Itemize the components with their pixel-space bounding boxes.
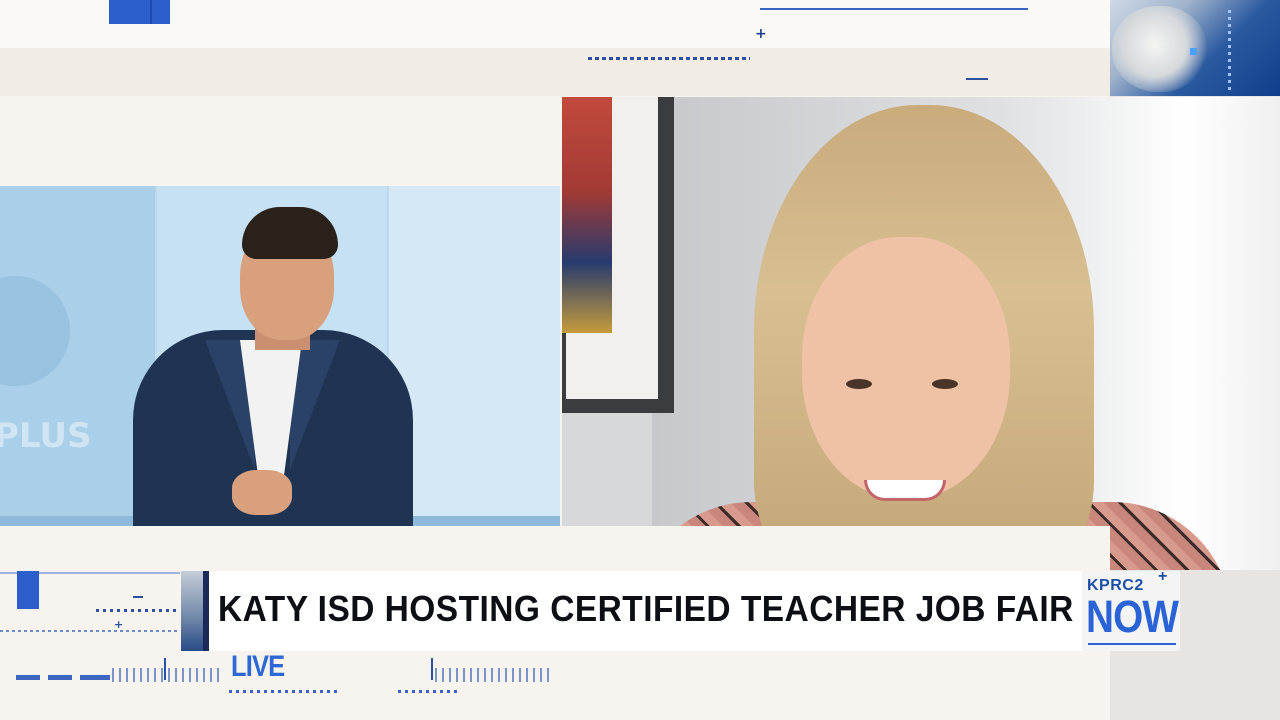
top-dotted-line [588,57,750,60]
tick-row-left [112,668,220,682]
dotted-line-left [229,690,339,693]
tick-marker [431,658,433,680]
guest-video-panel [562,97,1280,570]
top-accent-rule [760,8,1028,10]
top-graphic-band [0,48,1110,96]
lower-third-accent-block [17,571,39,609]
top-plus-mark: + [755,26,767,42]
guest-eye-left [846,379,872,389]
lower-third-dotted-line [96,609,176,612]
headline-text: KATY ISD HOSTING CERTIFIED TEACHER JOB F… [218,588,1074,629]
picture-artwork [562,97,612,333]
segment-marker [48,675,72,680]
studio-plus-text: PLUS [0,416,92,456]
segment-marker [80,675,110,680]
guest-eye-right [932,379,958,389]
lower-third-dash [133,596,143,598]
top-accent-divider [150,0,152,24]
tick-row-right [435,668,553,682]
tick-marker [164,658,166,680]
logo-now-text: NOW [1086,591,1179,642]
logo-underline [1088,643,1176,645]
live-label: LIVE [231,650,285,683]
segment-marker [16,675,40,680]
dotted-line-right [398,690,461,693]
guest-face [802,237,1010,499]
anchor-hand [232,470,292,515]
guest-smile [864,480,946,501]
anchor-hair [242,207,338,259]
lower-third-dotted-rule [0,630,180,632]
logo-plus-mark: + [1158,568,1168,585]
sky-dotted-line [1228,10,1231,90]
sky-marker-square [1190,48,1197,55]
studio-wall-right [389,186,560,526]
top-accent-block [109,0,170,24]
top-dash-mark [966,78,988,80]
